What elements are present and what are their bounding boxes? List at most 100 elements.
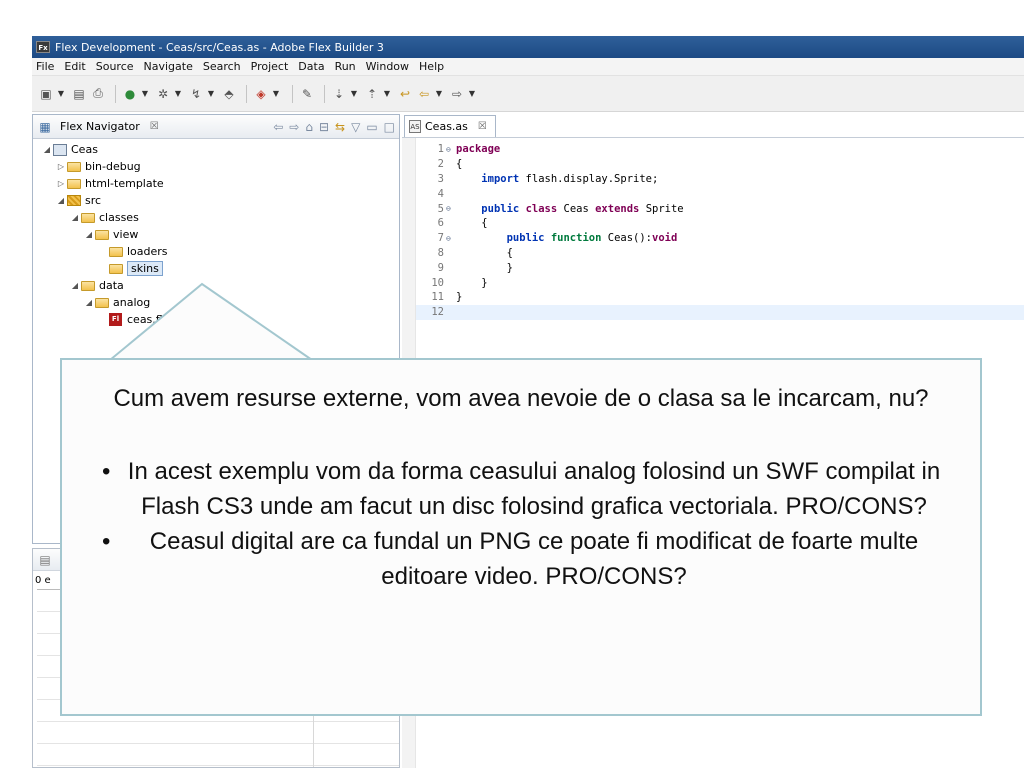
expanded-arrow-icon[interactable]: ◢ [69, 213, 81, 222]
editor-tab-title: Ceas.as [425, 120, 468, 133]
view-menu-icon[interactable]: ▽ [351, 120, 360, 134]
code-line[interactable]: 11} [416, 290, 1024, 305]
save-icon[interactable]: ▤ [71, 86, 87, 102]
tree-item[interactable]: loaders [33, 243, 399, 260]
tree-item[interactable]: ▷ bin-debug [33, 158, 399, 175]
back-icon[interactable]: ⇦ [416, 86, 432, 102]
code-line[interactable]: 4 [416, 186, 1024, 201]
callout-question: Cum avem resurse externe, vom avea nevoi… [113, 385, 929, 412]
last-edit-icon[interactable]: ↩ [397, 86, 413, 102]
menu-navigate[interactable]: Navigate [144, 60, 193, 73]
code-keyword: public [481, 202, 520, 215]
profile-icon[interactable]: ↯ [188, 86, 204, 102]
editor-tab-ceas-as[interactable]: AS Ceas.as ☒ [404, 115, 496, 137]
menu-edit[interactable]: Edit [64, 60, 85, 73]
expanded-arrow-icon[interactable]: ◢ [41, 145, 53, 154]
collapsed-arrow-icon[interactable]: ▷ [55, 162, 67, 171]
code-line[interactable]: 3 import flash.display.Sprite; [416, 172, 1024, 187]
tree-item-label: analog [113, 296, 151, 309]
code-text: { [456, 217, 488, 230]
tree-item[interactable]: skins [33, 260, 399, 277]
expanded-arrow-icon[interactable]: ◢ [55, 196, 67, 205]
tree-item[interactable]: ▷ html-template [33, 175, 399, 192]
editor-close-icon[interactable]: ☒ [478, 121, 487, 132]
navigator-icon: ▦ [39, 119, 51, 134]
run-dropdown-icon[interactable]: ▼ [141, 86, 149, 102]
forward-dropdown-icon[interactable]: ▼ [468, 86, 476, 102]
collapse-all-icon[interactable]: ⊟ [319, 120, 329, 134]
problems-view-icon[interactable]: ▤ [37, 552, 53, 568]
folder-icon [81, 280, 95, 291]
navigator-close-icon[interactable]: ☒ [150, 121, 159, 132]
tree-item[interactable]: ◢ classes [33, 209, 399, 226]
menu-project[interactable]: Project [251, 60, 289, 73]
toolbar-separator [324, 84, 325, 103]
forward-icon[interactable]: ⇨ [289, 120, 299, 134]
tree-item[interactable]: ◢ data [33, 277, 399, 294]
line-number: 7 [437, 232, 444, 245]
back-dropdown-icon[interactable]: ▼ [435, 86, 443, 102]
code-line[interactable]: 6 { [416, 216, 1024, 231]
print-icon[interactable]: ⎙ [90, 86, 106, 102]
collapsed-arrow-icon[interactable]: ▷ [55, 179, 67, 188]
next-annotation-icon[interactable]: ⇣ [331, 86, 347, 102]
tree-item[interactable]: ◢ view [33, 226, 399, 243]
debug-icon[interactable]: ✲ [155, 86, 171, 102]
menu-source[interactable]: Source [96, 60, 134, 73]
next-annotation-dropdown-icon[interactable]: ▼ [350, 86, 358, 102]
code-text: } [456, 261, 513, 274]
debug-dropdown-icon[interactable]: ▼ [174, 86, 182, 102]
folder-icon [67, 161, 81, 172]
link-with-editor-icon[interactable]: ⇆ [335, 120, 345, 134]
up-folder-icon[interactable]: ⌂ [305, 120, 313, 134]
run-icon[interactable]: ● [122, 86, 138, 102]
menu-search[interactable]: Search [203, 60, 241, 73]
maximize-icon[interactable]: □ [384, 120, 395, 134]
code-text: Ceas(): [601, 232, 652, 245]
bullet-glyph: • [102, 458, 111, 485]
export-icon[interactable]: ⬘ [221, 86, 237, 102]
fold-marker-icon[interactable]: ⊖ [446, 204, 456, 213]
profile-dropdown-icon[interactable]: ▼ [207, 86, 215, 102]
menu-help[interactable]: Help [419, 60, 444, 73]
tree-item[interactable]: Fl ceas.fla [33, 311, 399, 328]
minimize-icon[interactable]: ▭ [366, 120, 377, 134]
tree-item-label: skins [127, 261, 163, 276]
menu-run[interactable]: Run [335, 60, 356, 73]
external-tools-icon[interactable]: ◈ [253, 86, 269, 102]
code-area[interactable]: 1 ⊖ package 2{3 import flash.display.Sprite… [416, 142, 1024, 320]
expanded-arrow-icon[interactable]: ◢ [83, 298, 95, 307]
tree-item[interactable]: ◢ analog [33, 294, 399, 311]
code-line[interactable]: 5 ⊖ public class Ceas extends Sprite [416, 201, 1024, 216]
code-line[interactable]: 2{ [416, 157, 1024, 172]
code-line[interactable]: 1 ⊖ package [416, 142, 1024, 157]
menu-data[interactable]: Data [298, 60, 324, 73]
code-line[interactable]: 7 ⊖ public function Ceas(): void [416, 231, 1024, 246]
external-tools-dropdown-icon[interactable]: ▼ [272, 86, 280, 102]
menu-file[interactable]: File [36, 60, 54, 73]
fold-marker-icon[interactable]: ⊖ [446, 145, 456, 154]
expanded-arrow-icon[interactable]: ◢ [69, 281, 81, 290]
code-line[interactable]: 12 [416, 304, 1024, 320]
forward-icon[interactable]: ⇨ [449, 86, 465, 102]
tree-item[interactable]: ◢ src [33, 192, 399, 209]
navigator-tab-title[interactable]: Flex Navigator [60, 120, 140, 133]
code-line[interactable]: 9 } [416, 260, 1024, 275]
navigator-tools: ⇦ ⇨ ⌂ ⊟ ⇆ ▽ ▭ □ [267, 120, 399, 134]
tree-item[interactable]: ◢ Ceas [33, 141, 399, 158]
line-number: 5 [437, 202, 444, 215]
expanded-arrow-icon[interactable]: ◢ [83, 230, 95, 239]
previous-annotation-dropdown-icon[interactable]: ▼ [383, 86, 391, 102]
previous-annotation-icon[interactable]: ⇡ [364, 86, 380, 102]
back-icon[interactable]: ⇦ [273, 120, 283, 134]
new-dropdown-icon[interactable]: ▼ [57, 86, 65, 102]
code-line[interactable]: 10 } [416, 275, 1024, 290]
menu-window[interactable]: Window [366, 60, 409, 73]
fold-marker-icon[interactable]: ⊖ [446, 234, 456, 243]
new-icon[interactable]: ▣ [38, 86, 54, 102]
code-line[interactable]: 8 { [416, 246, 1024, 261]
editor-tab-bar: AS Ceas.as ☒ [402, 114, 1024, 138]
actionscript-file-icon: AS [409, 120, 421, 133]
pencil-icon[interactable]: ✎ [299, 86, 315, 102]
